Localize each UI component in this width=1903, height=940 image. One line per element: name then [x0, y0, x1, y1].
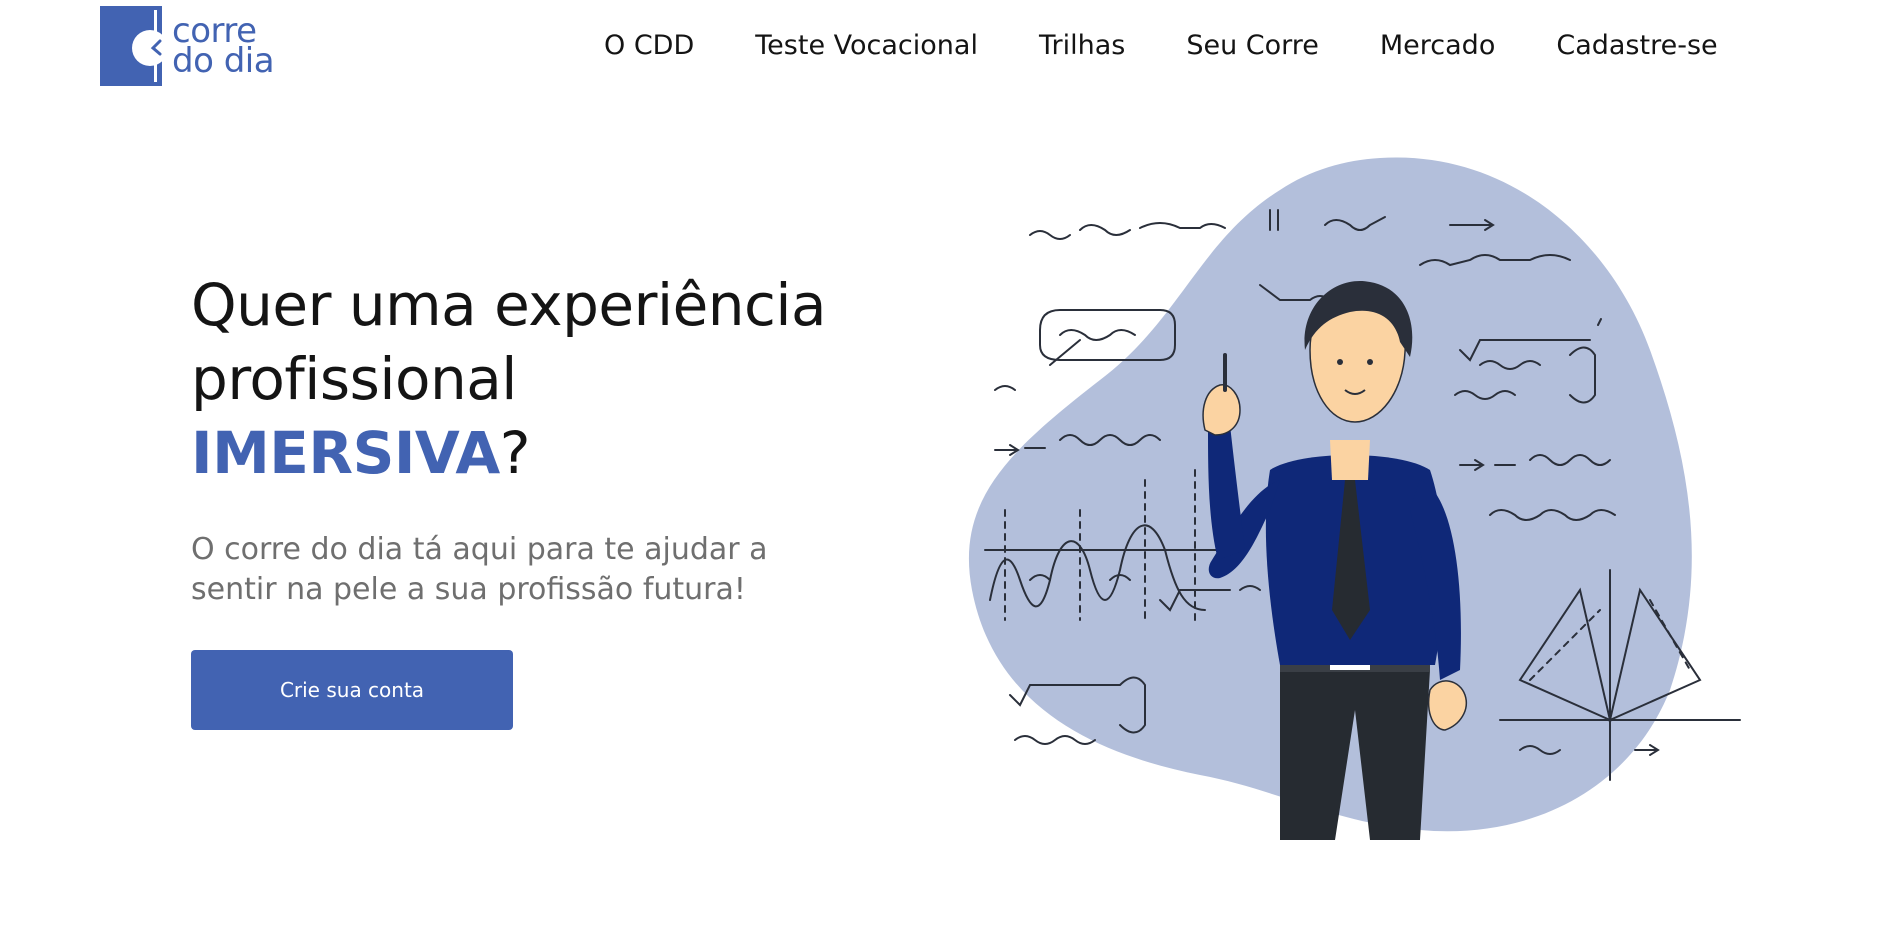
brand-wordmark: corre do dia: [172, 14, 275, 81]
nav-item-o-cdd[interactable]: O CDD: [604, 26, 694, 66]
nav-item-trilhas[interactable]: Trilhas: [1039, 26, 1125, 66]
hero-title-accent: IMERSIVA: [191, 419, 500, 487]
brand-name-line2: do dia: [172, 41, 275, 81]
site-header: corre do dia O CDD Teste Vocacional Tril…: [0, 0, 1903, 95]
hero-title-line1: Quer uma experiência: [191, 271, 827, 339]
hero-subtitle: O corre do dia tá aqui para te ajudar a …: [191, 532, 768, 607]
nav-item-seu-corre[interactable]: Seu Corre: [1186, 26, 1319, 66]
nav-item-cadastre-se[interactable]: Cadastre-se: [1556, 26, 1717, 66]
hero-title-line2: profissional: [191, 345, 517, 413]
brand-logo[interactable]: corre do dia: [100, 5, 310, 87]
hero-title-line3: IMERSIVA?: [191, 416, 931, 490]
nav-item-mercado[interactable]: Mercado: [1380, 26, 1495, 66]
hero-title: Quer uma experiência profissional IMERSI…: [191, 268, 931, 490]
nav-item-teste-vocacional[interactable]: Teste Vocacional: [755, 26, 978, 66]
create-account-button[interactable]: Crie sua conta: [191, 650, 513, 730]
hero-title-suffix: ?: [499, 419, 531, 487]
logo-icon: [100, 6, 162, 86]
teacher-with-formulas-illustration: [950, 150, 1750, 850]
main-nav: O CDD Teste Vocacional Trilhas Seu Corre…: [604, 26, 1718, 66]
